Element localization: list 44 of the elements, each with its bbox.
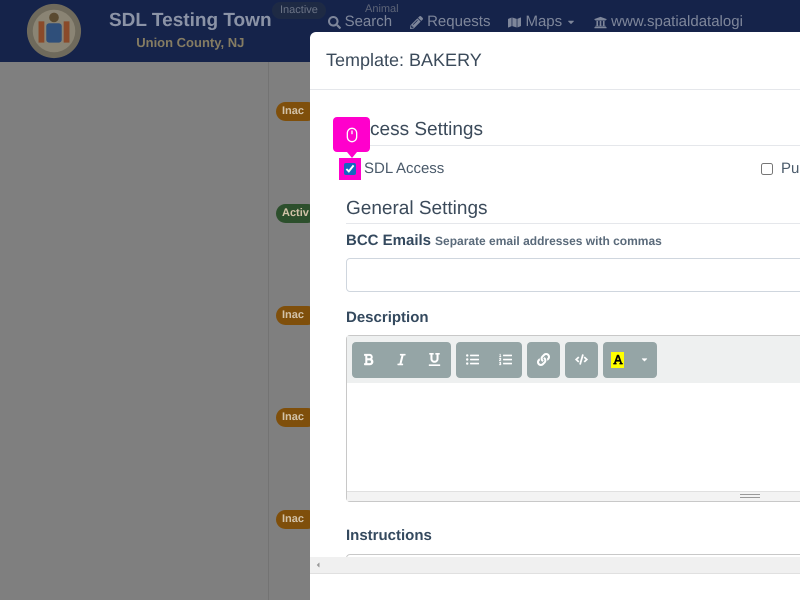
code-button[interactable] bbox=[565, 342, 598, 378]
access-option[interactable]: Pu bbox=[756, 158, 800, 180]
town-title: SDL Testing Town bbox=[109, 9, 272, 34]
section-heading: cess Settings bbox=[370, 119, 483, 140]
horizontal-scrollbar[interactable] bbox=[310, 557, 800, 574]
nav-link[interactable]: www.spatialdatalogi bbox=[594, 14, 743, 30]
nav-link[interactable]: Requests bbox=[410, 14, 490, 30]
field-label: Description bbox=[346, 309, 429, 326]
bcc-input-field[interactable] bbox=[346, 258, 800, 292]
bold-icon bbox=[362, 353, 375, 366]
resize-grip-icon bbox=[740, 494, 760, 499]
pencil-icon bbox=[410, 16, 424, 28]
link-button[interactable] bbox=[527, 342, 560, 378]
section-heading: General Settings bbox=[346, 198, 488, 218]
field-label: Instructions bbox=[346, 527, 432, 544]
italic-icon bbox=[395, 353, 408, 366]
dialog-title: Template: BAKERY bbox=[326, 49, 482, 72]
code-icon bbox=[575, 353, 588, 366]
numbered-list-button[interactable] bbox=[489, 342, 522, 378]
search-icon bbox=[328, 16, 341, 28]
access-option[interactable]: SDL Access bbox=[339, 158, 756, 180]
bullet-list-button[interactable] bbox=[456, 342, 489, 378]
field-hint: Separate email addresses with commas bbox=[435, 232, 662, 250]
category-label: Animal bbox=[365, 2, 399, 15]
county-subtitle: Union County, NJ bbox=[136, 34, 244, 52]
nav-link[interactable]: Maps bbox=[508, 14, 576, 30]
map-icon bbox=[508, 16, 522, 28]
seal-logo bbox=[25, 2, 83, 60]
text-color-button[interactable] bbox=[603, 342, 657, 378]
bullet-list-icon bbox=[466, 353, 479, 366]
building-icon bbox=[594, 16, 608, 28]
underline-icon bbox=[428, 353, 441, 366]
checkbox[interactable] bbox=[761, 163, 773, 176]
bold-button[interactable] bbox=[352, 342, 385, 378]
link-icon bbox=[537, 353, 550, 366]
numbered-list-icon bbox=[499, 353, 512, 366]
underline-button[interactable] bbox=[418, 342, 451, 378]
nav-link[interactable]: Search bbox=[328, 14, 392, 30]
text-color-icon bbox=[611, 352, 624, 368]
status-badge: Inactive bbox=[272, 2, 326, 18]
field-label: BCC Emails bbox=[346, 230, 432, 250]
scroll-left-icon bbox=[314, 561, 322, 569]
checkbox[interactable] bbox=[344, 163, 356, 176]
mouse-icon bbox=[344, 124, 360, 144]
